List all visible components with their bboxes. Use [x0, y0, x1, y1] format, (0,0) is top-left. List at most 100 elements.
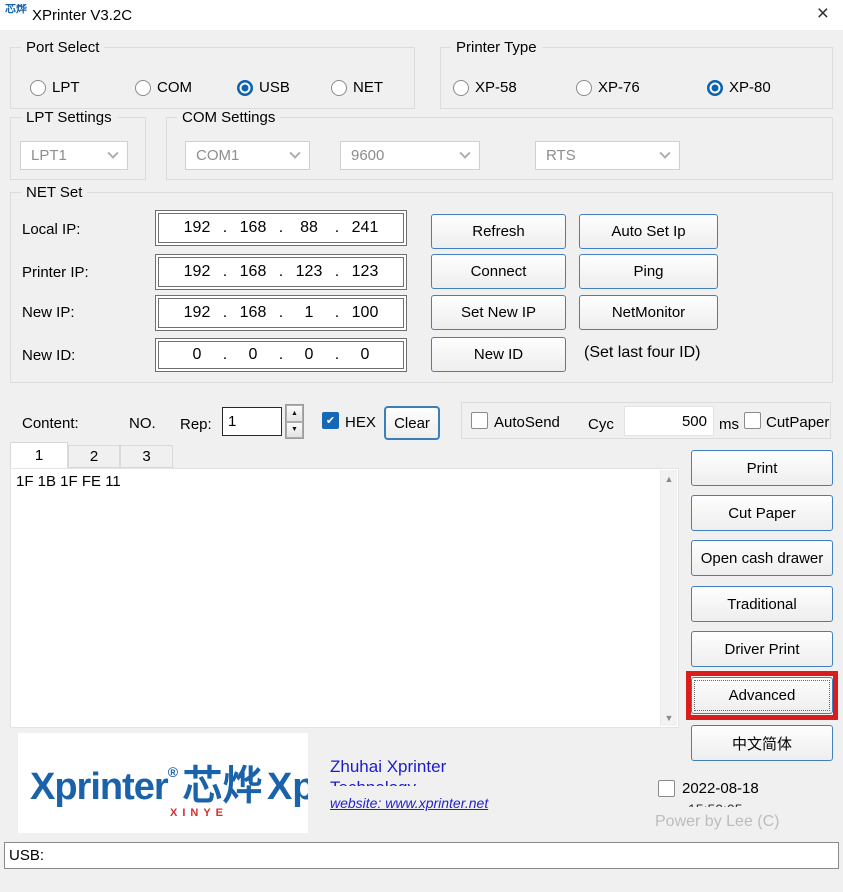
website-link[interactable]: website: www.xprinter.net: [330, 795, 488, 811]
cyc-input[interactable]: [624, 406, 714, 436]
com-port-select[interactable]: COM1: [185, 141, 310, 170]
spinner-down-icon[interactable]: ▼: [286, 422, 303, 439]
traditional-button[interactable]: Traditional: [691, 586, 833, 622]
cutpaper-label: CutPaper: [766, 414, 829, 431]
ip-dot: .: [219, 263, 231, 281]
spinner-up-icon[interactable]: ▲: [286, 405, 303, 422]
vertical-scrollbar[interactable]: ▲ ▼: [660, 470, 677, 726]
radio-unselected-icon: [135, 80, 151, 96]
ip-dot: .: [331, 346, 343, 364]
ip-octet[interactable]: 241: [343, 219, 387, 237]
lpt-port-select[interactable]: LPT1: [20, 141, 128, 170]
ip-dot: .: [275, 346, 287, 364]
registered-mark-icon: ®: [168, 764, 178, 780]
com-port-value: COM1: [196, 147, 239, 164]
chinese-language-button[interactable]: 中文简体: [691, 725, 833, 761]
driver-print-button[interactable]: Driver Print: [691, 631, 833, 667]
printer-type-group: Printer Type: [440, 47, 833, 109]
logo-main-text: Xprinter: [30, 766, 168, 808]
ip-octet[interactable]: 192: [175, 304, 219, 322]
ip-octet[interactable]: 123: [287, 263, 331, 281]
title-bar[interactable]: 芯烨 XPrinter V3.2C ×: [0, 0, 843, 30]
rep-spinner: ▲ ▼: [285, 404, 304, 439]
date-checkbox[interactable]: [658, 780, 675, 797]
new-ip-field[interactable]: 192.168.1.100: [155, 295, 407, 331]
new-id-label: New ID:: [22, 347, 75, 364]
chevron-down-icon: [107, 147, 118, 158]
ip-octet[interactable]: 168: [231, 219, 275, 237]
tab-3[interactable]: 3: [120, 445, 173, 468]
close-icon[interactable]: ×: [817, 2, 829, 26]
tab-2[interactable]: 2: [68, 445, 120, 468]
rep-input[interactable]: [222, 407, 282, 436]
ip-octet[interactable]: 0: [231, 346, 275, 364]
tab-1[interactable]: 1: [10, 442, 68, 468]
company-line1: Zhuhai Xprinter: [330, 756, 510, 777]
content-editor[interactable]: 1F 1B 1F FE 11 ▲ ▼: [10, 468, 679, 728]
auto-set-ip-button[interactable]: Auto Set Ip: [579, 214, 718, 249]
local-ip-field[interactable]: 192.168.88.241: [155, 210, 407, 246]
radio-label: NET: [353, 79, 383, 96]
baud-rate-select[interactable]: 9600: [340, 141, 480, 170]
ip-octet[interactable]: 0: [175, 346, 219, 364]
ip-octet[interactable]: 100: [343, 304, 387, 322]
ping-button[interactable]: Ping: [579, 254, 718, 289]
radio-unselected-icon: [331, 80, 347, 96]
ip-octet[interactable]: 1: [287, 304, 331, 322]
xprinter-logo: Xprinter® 芯烨 Xpr XINYE: [18, 733, 308, 833]
ip-octet[interactable]: 168: [231, 304, 275, 322]
radio-xp58[interactable]: XP-58: [453, 79, 517, 96]
lpt-port-value: LPT1: [31, 147, 67, 164]
open-cash-drawer-button[interactable]: Open cash drawer: [691, 540, 833, 576]
radio-net[interactable]: NET: [331, 79, 383, 96]
ip-dot: .: [331, 263, 343, 281]
ip-octet[interactable]: 168: [231, 263, 275, 281]
netmonitor-button[interactable]: NetMonitor: [579, 295, 718, 330]
logo-chinese-text: 芯烨: [182, 764, 262, 808]
lpt-settings-legend: LPT Settings: [21, 109, 117, 126]
editor-text: 1F 1B 1F FE 11: [16, 473, 656, 490]
ip-octet[interactable]: 88: [287, 219, 331, 237]
ms-label: ms: [719, 416, 739, 433]
radio-unselected-icon: [576, 80, 592, 96]
flow-control-select[interactable]: RTS: [535, 141, 680, 170]
ip-octet[interactable]: 0: [343, 346, 387, 364]
ip-octet[interactable]: 123: [343, 263, 387, 281]
rep-label: Rep:: [180, 416, 212, 433]
printer-ip-field[interactable]: 192.168.123.123: [155, 254, 407, 290]
logo-text: Xprinter® 芯烨 Xpr: [30, 753, 308, 811]
new-id-button[interactable]: New ID: [431, 337, 566, 372]
scroll-down-icon[interactable]: ▼: [661, 709, 677, 726]
logo-clipped-text: Xpr: [267, 766, 308, 808]
autosend-checkbox[interactable]: [471, 412, 488, 429]
radio-usb[interactable]: USB: [237, 79, 290, 96]
advanced-button[interactable]: Advanced: [691, 677, 833, 714]
check-icon: ✔: [326, 414, 335, 427]
printer-ip-label: Printer IP:: [22, 264, 89, 281]
radio-label: USB: [259, 79, 290, 96]
hex-checkbox[interactable]: ✔: [322, 412, 339, 429]
radio-com[interactable]: COM: [135, 79, 192, 96]
new-id-field[interactable]: 0.0.0.0: [155, 338, 407, 372]
refresh-button[interactable]: Refresh: [431, 214, 566, 249]
ip-octets: 0.0.0.0: [158, 341, 404, 369]
set-new-ip-button[interactable]: Set New IP: [431, 295, 566, 330]
cutpaper-checkbox[interactable]: [744, 412, 761, 429]
ip-octet[interactable]: 192: [175, 219, 219, 237]
ip-octet[interactable]: 0: [287, 346, 331, 364]
radio-label: COM: [157, 79, 192, 96]
ip-dot: .: [219, 304, 231, 322]
ip-dot: .: [275, 304, 287, 322]
radio-xp80[interactable]: XP-80: [707, 79, 771, 96]
radio-xp76[interactable]: XP-76: [576, 79, 640, 96]
connect-button[interactable]: Connect: [431, 254, 566, 289]
ip-octet[interactable]: 192: [175, 263, 219, 281]
scroll-up-icon[interactable]: ▲: [661, 470, 677, 487]
credit-label: Power by Lee (C): [655, 813, 780, 831]
cut-paper-button[interactable]: Cut Paper: [691, 495, 833, 531]
new-ip-label: New IP:: [22, 304, 75, 321]
clear-button[interactable]: Clear: [384, 406, 440, 440]
print-button[interactable]: Print: [691, 450, 833, 486]
radio-lpt[interactable]: LPT: [30, 79, 80, 96]
date-row: 2022-08-18: [658, 780, 759, 797]
